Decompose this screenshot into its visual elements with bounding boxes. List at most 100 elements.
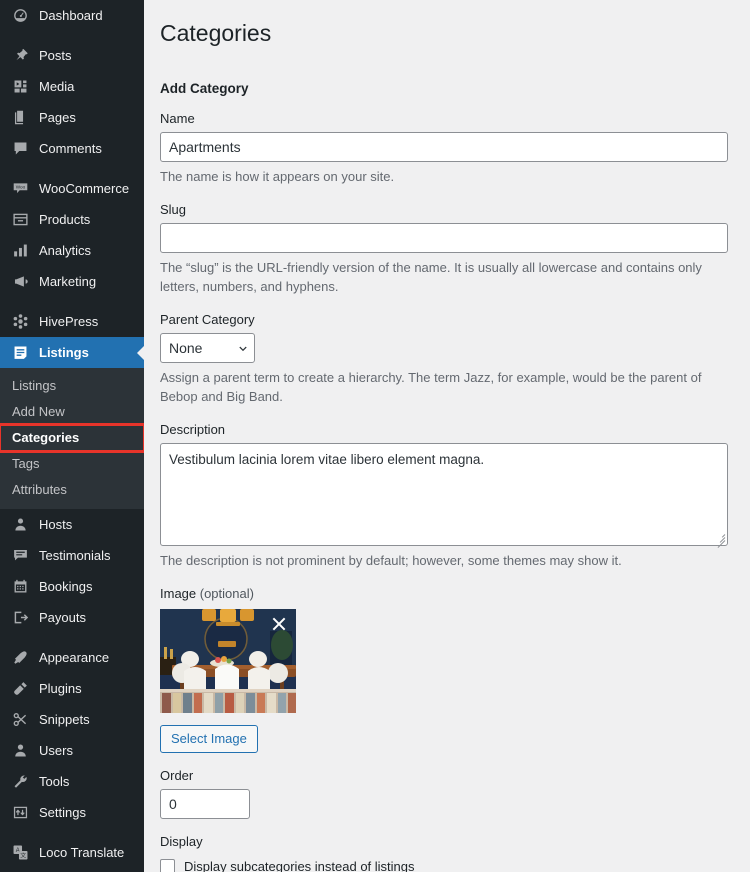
sidebar-item-snippets[interactable]: Snippets — [0, 704, 144, 735]
description-textarea[interactable]: Vestibulum lacinia lorem vitae libero el… — [160, 443, 728, 547]
submenu-item-categories[interactable]: Categories — [0, 423, 144, 453]
slug-label: Slug — [160, 201, 187, 217]
description-wrap: Vestibulum lacinia lorem vitae libero el… — [160, 443, 728, 549]
main-content: Categories Add Category Name The name is… — [144, 0, 750, 872]
sidebar-item-comments[interactable]: Comments — [0, 133, 144, 164]
menu-separator — [0, 633, 144, 642]
users-icon — [10, 741, 30, 761]
svg-text:Woo: Woo — [15, 185, 25, 190]
sidebar-item-users[interactable]: Users — [0, 735, 144, 766]
menu-group-commerce: Woo WooCommerce Products Analytics Marke… — [0, 173, 144, 297]
sidebar-item-listings[interactable]: Listings — [0, 337, 144, 368]
submenu-item-listings[interactable]: Listings — [0, 373, 144, 399]
parent-category-select[interactable]: None — [160, 332, 255, 363]
sidebar-item-testimonials[interactable]: Testimonials — [0, 540, 144, 571]
remove-image-icon[interactable] — [271, 616, 287, 632]
sidebar-item-tools[interactable]: Tools — [0, 766, 144, 797]
display-subcategories-label: Display subcategories instead of listing… — [184, 859, 415, 872]
name-input[interactable] — [160, 132, 728, 163]
field-order: Order — [160, 767, 732, 820]
name-help: The name is how it appears on your site. — [160, 169, 395, 185]
dashboard-icon — [10, 6, 30, 26]
marketing-icon — [10, 272, 30, 292]
plugins-icon — [10, 679, 30, 699]
menu-group-main: Dashboard — [0, 0, 144, 31]
sidebar-item-posts[interactable]: Posts — [0, 40, 144, 71]
field-slug: Slug The “slug” is the URL-friendly vers… — [160, 201, 732, 297]
analytics-icon — [10, 241, 30, 261]
appearance-icon — [10, 648, 30, 668]
sidebar-item-woocommerce[interactable]: Woo WooCommerce — [0, 173, 144, 204]
display-subcategories-row[interactable]: Display subcategories instead of listing… — [160, 859, 732, 872]
sidebar-label: Appearance — [39, 650, 110, 665]
submenu-item-tags[interactable]: Tags — [0, 451, 144, 477]
payouts-icon — [10, 608, 30, 628]
tools-icon — [10, 772, 30, 792]
sidebar-item-pages[interactable]: Pages — [0, 102, 144, 133]
sidebar-item-media[interactable]: Media — [0, 71, 144, 102]
slug-input[interactable] — [160, 222, 728, 253]
description-label: Description — [160, 421, 226, 437]
sidebar-item-bookings[interactable]: Bookings — [0, 571, 144, 602]
menu-separator — [0, 164, 144, 173]
admin-sidebar: Dashboard Posts Media Pages Comments Woo… — [0, 0, 144, 872]
sidebar-item-payouts[interactable]: Payouts — [0, 602, 144, 633]
field-parent-category: Parent Category None Assign a parent ter… — [160, 311, 732, 407]
sidebar-item-analytics[interactable]: Analytics — [0, 235, 144, 266]
parent-category-help: Assign a parent term to create a hierarc… — [160, 369, 702, 405]
image-label-text: Image — [160, 585, 197, 601]
select-image-button[interactable]: Select Image — [160, 724, 258, 753]
sidebar-label: Tools — [39, 774, 70, 789]
sidebar-label: Users — [39, 743, 73, 758]
sidebar-label: WooCommerce — [39, 181, 130, 196]
order-label: Order — [160, 767, 194, 783]
sidebar-item-loco-translate[interactable]: A文 Loco Translate — [0, 837, 144, 868]
parent-category-label: Parent Category — [160, 311, 255, 327]
sidebar-label: Comments — [39, 141, 102, 156]
menu-separator — [0, 31, 144, 40]
field-display: Display Display subcategories instead of… — [160, 833, 732, 872]
menu-separator — [0, 828, 144, 837]
sidebar-item-marketing[interactable]: Marketing — [0, 266, 144, 297]
submenu-item-attributes[interactable]: Attributes — [0, 477, 144, 503]
field-description: Description Vestibulum lacinia lorem vit… — [160, 421, 732, 571]
sidebar-item-hosts[interactable]: Hosts — [0, 509, 144, 540]
sidebar-item-dashboard[interactable]: Dashboard — [0, 0, 144, 31]
parent-category-select-wrap: None — [160, 332, 255, 363]
hosts-icon — [10, 515, 30, 535]
menu-separator — [0, 297, 144, 306]
sidebar-label: Loco Translate — [39, 845, 125, 860]
image-label: Image (optional) — [160, 585, 732, 603]
sidebar-label: HivePress — [39, 314, 99, 329]
listings-submenu: Listings Add New Categories Tags Attribu… — [0, 368, 144, 509]
sidebar-label: Snippets — [39, 712, 90, 727]
sidebar-item-hivepress[interactable]: HivePress — [0, 306, 144, 337]
sidebar-item-plugins[interactable]: Plugins — [0, 673, 144, 704]
menu-group-system: Appearance Plugins Snippets Users Tools … — [0, 642, 144, 828]
sidebar-label: Analytics — [39, 243, 92, 258]
sidebar-item-appearance[interactable]: Appearance — [0, 642, 144, 673]
sidebar-label: Posts — [39, 48, 72, 63]
display-subcategories-checkbox[interactable] — [160, 859, 175, 872]
order-input[interactable] — [160, 789, 250, 820]
sidebar-label: Bookings — [39, 579, 93, 594]
products-icon — [10, 210, 30, 230]
hivepress-icon — [10, 312, 30, 332]
snippets-icon — [10, 710, 30, 730]
sidebar-label: Testimonials — [39, 548, 111, 563]
sidebar-item-settings[interactable]: Settings — [0, 797, 144, 828]
sidebar-item-products[interactable]: Products — [0, 204, 144, 235]
menu-group-loco: A文 Loco Translate — [0, 837, 144, 868]
submenu-item-add-new[interactable]: Add New — [0, 399, 144, 425]
testimonials-icon — [10, 546, 30, 566]
image-upload-block: Select Image — [160, 608, 732, 753]
pages-icon — [10, 108, 30, 128]
sidebar-label: Media — [39, 79, 75, 94]
sidebar-label: Products — [39, 212, 91, 227]
slug-help: The “slug” is the URL-friendly version o… — [160, 259, 702, 295]
media-icon — [10, 77, 30, 97]
loco-translate-icon: A文 — [10, 843, 30, 863]
sidebar-label: Plugins — [39, 681, 82, 696]
add-category-heading: Add Category — [160, 80, 249, 96]
menu-group-hivepress-entities: Hosts Testimonials Bookings Payouts — [0, 509, 144, 633]
